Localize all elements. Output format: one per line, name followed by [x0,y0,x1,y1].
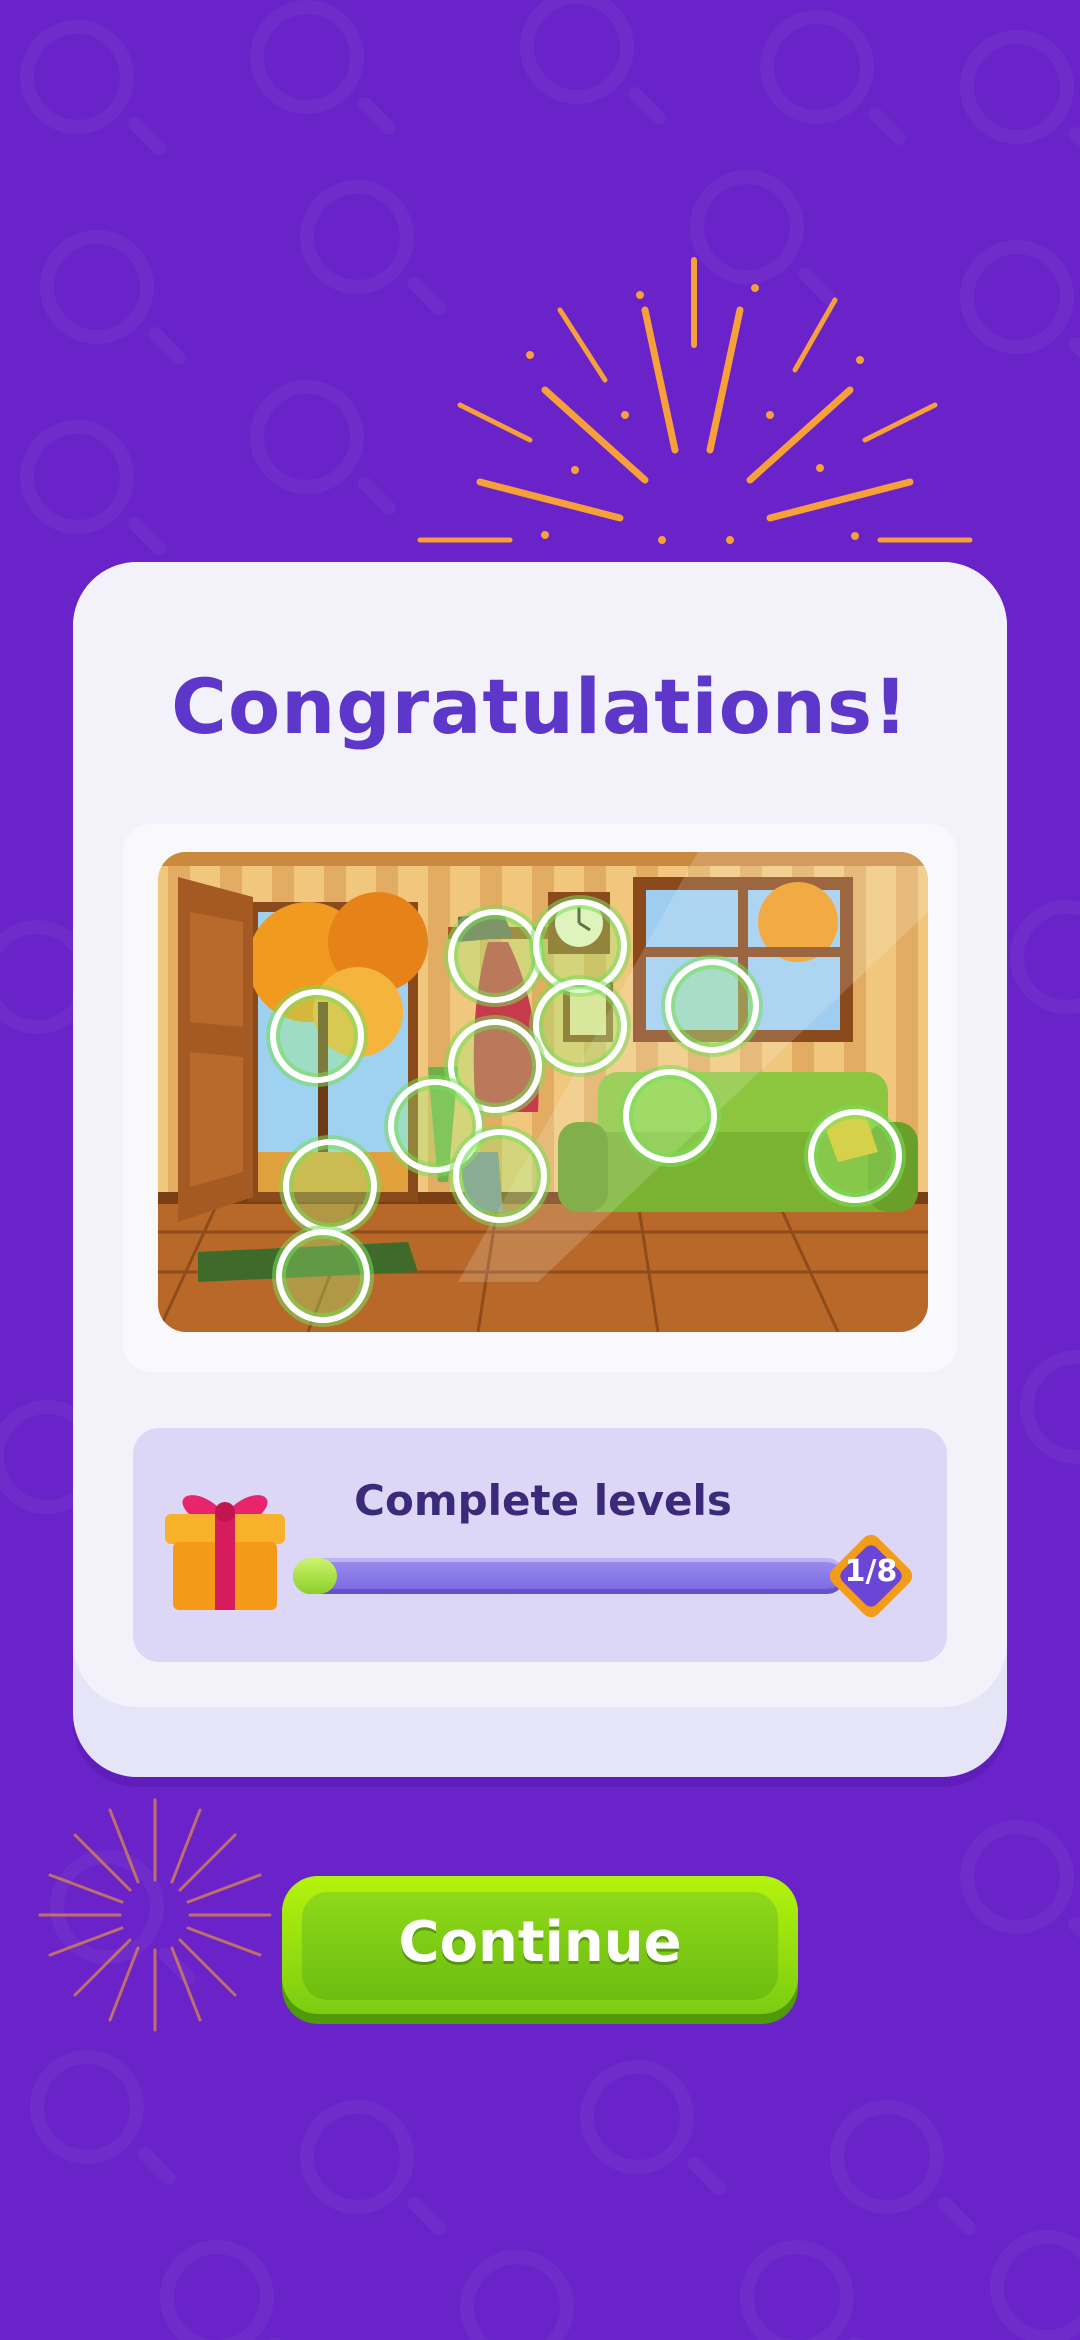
progress-bar-fill [293,1558,338,1594]
found-item-marker [808,1109,902,1203]
found-item-marker [533,979,627,1073]
found-item-marker [276,1229,370,1323]
found-item-marker [453,1129,547,1223]
progress-bar [293,1558,845,1594]
firework-burst-small [38,1798,272,2032]
popup-title: Congratulations! [171,662,909,751]
level-counter-text: 1/8 [844,1554,898,1589]
found-item-marker [283,1139,377,1233]
congratulations-popup: Congratulations! Complete levels 1/8 [73,562,1007,1777]
popup-body: Congratulations! Complete levels 1/8 [73,562,1007,1707]
progress-label: Complete levels [354,1476,732,1525]
found-item-marker [448,909,542,1003]
continue-button[interactable]: Continue [282,1876,798,2024]
found-item-marker [665,959,759,1053]
gift-icon [165,1495,285,1610]
found-item-marker [270,989,364,1083]
firework-burst [417,257,973,544]
completed-scene-image [158,852,928,1332]
found-item-marker [623,1069,717,1163]
level-progress-panel: Complete levels 1/8 [133,1428,947,1662]
continue-button-label[interactable]: Continue [282,1910,798,1975]
